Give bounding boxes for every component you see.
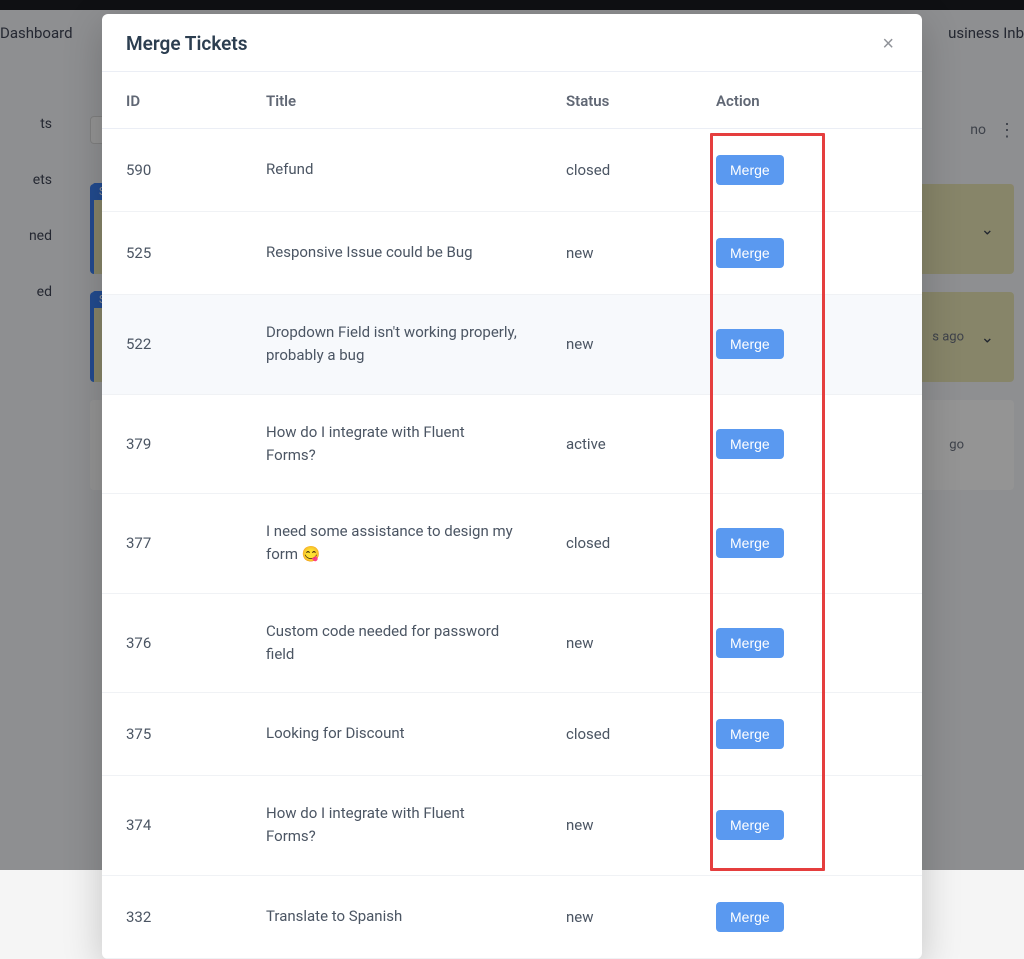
table-row[interactable]: 375Looking for Discountclosed Merge bbox=[102, 693, 922, 776]
action-cell: Merge bbox=[692, 212, 922, 295]
table-row[interactable]: 376Custom code needed for password field… bbox=[102, 593, 922, 693]
ticket-id: 375 bbox=[102, 693, 242, 776]
ticket-id: 374 bbox=[102, 776, 242, 876]
merge-button[interactable]: Merge bbox=[716, 528, 784, 558]
table-row[interactable]: 379How do I integrate with Fluent Forms?… bbox=[102, 394, 922, 494]
ticket-id: 376 bbox=[102, 593, 242, 693]
action-cell: Merge bbox=[692, 776, 922, 876]
ticket-id: 332 bbox=[102, 875, 242, 958]
action-cell: Merge bbox=[692, 593, 922, 693]
ticket-status: new bbox=[542, 295, 692, 395]
ticket-title: Translate to Spanish bbox=[242, 875, 542, 958]
ticket-id: 377 bbox=[102, 494, 242, 594]
action-cell: Merge bbox=[692, 394, 922, 494]
merge-button[interactable]: Merge bbox=[716, 329, 784, 359]
modal-title: Merge Tickets bbox=[126, 32, 248, 55]
ticket-status: new bbox=[542, 776, 692, 876]
ticket-title: Responsive Issue could be Bug bbox=[242, 212, 542, 295]
action-cell: Merge bbox=[692, 875, 922, 958]
merge-button[interactable]: Merge bbox=[716, 155, 784, 185]
ticket-title: How do I integrate with Fluent Forms? bbox=[242, 776, 542, 876]
merge-button[interactable]: Merge bbox=[716, 719, 784, 749]
ticket-status: new bbox=[542, 593, 692, 693]
action-cell: Merge bbox=[692, 693, 922, 776]
ticket-title: Looking for Discount bbox=[242, 693, 542, 776]
merge-button[interactable]: Merge bbox=[716, 628, 784, 658]
ticket-title: Refund bbox=[242, 129, 542, 212]
action-cell: Merge bbox=[692, 295, 922, 395]
table-row[interactable]: 332Translate to Spanishnew Merge bbox=[102, 875, 922, 958]
ticket-status: closed bbox=[542, 129, 692, 212]
ticket-status: closed bbox=[542, 693, 692, 776]
table-row[interactable]: 590Refundclosed Merge bbox=[102, 129, 922, 212]
action-cell: Merge bbox=[692, 129, 922, 212]
merge-tickets-modal: Merge Tickets ID Title Status Action 590… bbox=[102, 14, 922, 959]
ticket-status: new bbox=[542, 875, 692, 958]
table-row[interactable]: 522Dropdown Field isn't working properly… bbox=[102, 295, 922, 395]
merge-button[interactable]: Merge bbox=[716, 902, 784, 932]
tickets-table: ID Title Status Action 590RefundclosedMe… bbox=[102, 72, 922, 959]
ticket-id: 522 bbox=[102, 295, 242, 395]
action-cell: Merge bbox=[692, 494, 922, 594]
table-row[interactable]: 525Responsive Issue could be Bugnew Merge bbox=[102, 212, 922, 295]
column-header-action: Action bbox=[692, 72, 922, 129]
table-row[interactable]: 377I need some assistance to design my f… bbox=[102, 494, 922, 594]
column-header-status: Status bbox=[542, 72, 692, 129]
ticket-status: closed bbox=[542, 494, 692, 594]
ticket-status: active bbox=[542, 394, 692, 494]
ticket-status: new bbox=[542, 212, 692, 295]
table-row[interactable]: 374How do I integrate with Fluent Forms?… bbox=[102, 776, 922, 876]
ticket-id: 590 bbox=[102, 129, 242, 212]
ticket-title: Custom code needed for password field bbox=[242, 593, 542, 693]
close-icon[interactable] bbox=[878, 34, 898, 54]
merge-button[interactable]: Merge bbox=[716, 810, 784, 840]
ticket-id: 379 bbox=[102, 394, 242, 494]
merge-button[interactable]: Merge bbox=[716, 238, 784, 268]
ticket-title: How do I integrate with Fluent Forms? bbox=[242, 394, 542, 494]
ticket-title: I need some assistance to design my form… bbox=[242, 494, 542, 594]
ticket-title: Dropdown Field isn't working properly, p… bbox=[242, 295, 542, 395]
merge-button[interactable]: Merge bbox=[716, 429, 784, 459]
column-header-id: ID bbox=[102, 72, 242, 129]
modal-header: Merge Tickets bbox=[102, 14, 922, 72]
column-header-title: Title bbox=[242, 72, 542, 129]
ticket-id: 525 bbox=[102, 212, 242, 295]
